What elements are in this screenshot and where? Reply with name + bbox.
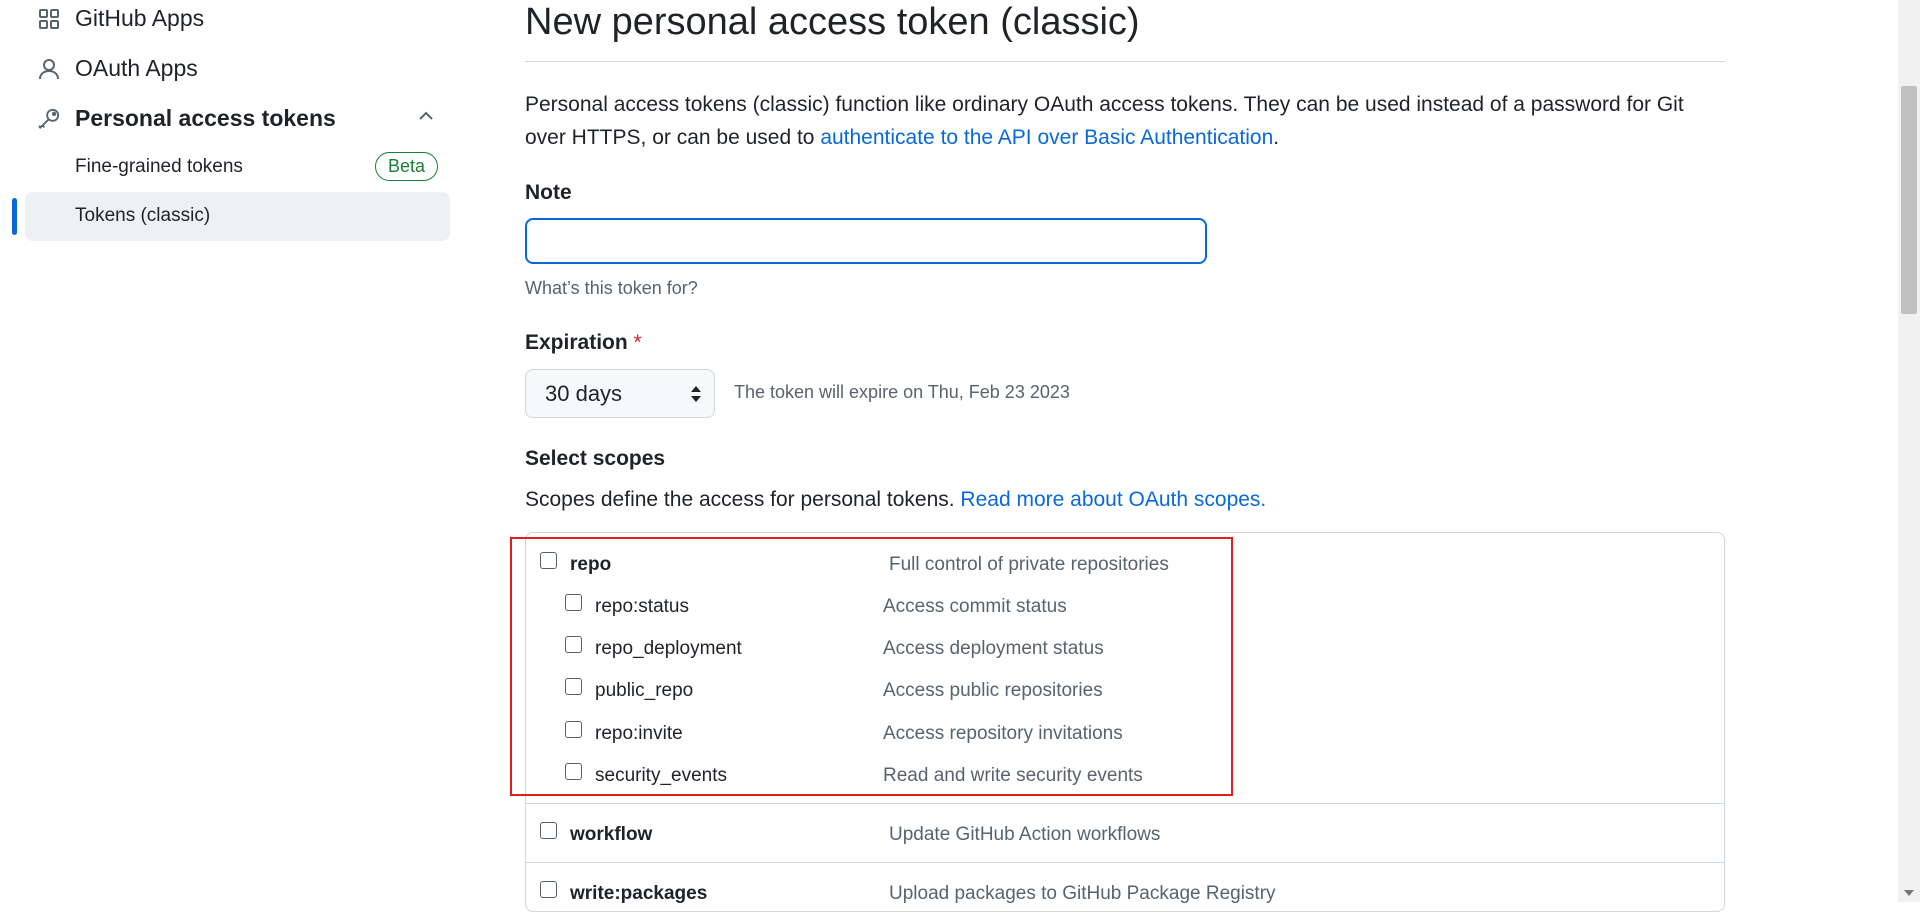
expiration-label: Expiration *: [525, 331, 642, 355]
sidebar-item-tokens-classic[interactable]: Tokens (classic): [25, 192, 450, 241]
sidebar-item-label: Tokens (classic): [75, 205, 211, 226]
sidebar-item-personal-access-tokens[interactable]: Personal access tokens: [37, 105, 336, 132]
required-mark: *: [633, 331, 642, 354]
scope-name: workflow: [570, 824, 653, 845]
select-scopes-heading: Select scopes: [525, 447, 666, 470]
page-scrollbar[interactable]: [1898, 0, 1920, 902]
note-label: Note: [525, 181, 572, 204]
expiration-selected-value: 30 days: [545, 381, 623, 406]
intro-text-end: .: [1273, 126, 1280, 149]
expiration-label-text: Expiration: [525, 331, 628, 354]
key-icon: [37, 107, 61, 131]
page-title: New personal access token (classic): [525, 1, 1140, 43]
expiration-select[interactable]: 30 days: [525, 369, 715, 418]
scope-row-workflow: workflow Update GitHub Action workflows: [525, 817, 1725, 851]
person-icon: [37, 57, 61, 81]
expiration-date-text: The token will expire on Thu, Feb 23 202…: [734, 382, 1070, 402]
note-hint: What’s this token for?: [525, 278, 698, 298]
oauth-scopes-link[interactable]: Read more about OAuth scopes.: [960, 488, 1266, 511]
select-arrows-icon: [690, 383, 702, 405]
sidebar-item-oauth-apps[interactable]: OAuth Apps: [37, 55, 198, 82]
beta-badge: Beta: [374, 152, 438, 181]
repo-scopes-highlight-box: [510, 537, 1233, 796]
scope-checkbox-workflow[interactable]: [540, 822, 557, 839]
scopes-description: Scopes define the access for personal to…: [525, 488, 1266, 512]
scope-divider: [525, 862, 1725, 863]
note-input[interactable]: [525, 218, 1207, 264]
sidebar-item-fine-grained-tokens[interactable]: Fine-grained tokens Beta: [25, 143, 450, 192]
scopes-description-text: Scopes define the access for personal to…: [525, 488, 961, 511]
settings-sidebar: GitHub Apps OAuth Apps Personal access t…: [0, 0, 460, 902]
intro-text: Personal access tokens (classic) functio…: [525, 88, 1725, 154]
active-indicator: [12, 198, 17, 235]
title-divider: [525, 61, 1725, 62]
basic-auth-link[interactable]: authenticate to the API over Basic Authe…: [820, 126, 1273, 149]
sidebar-item-label: Fine-grained tokens: [75, 156, 243, 177]
apps-grid-icon: [37, 7, 61, 31]
sidebar-item-label: OAuth Apps: [75, 55, 198, 81]
sidebar-item-label: GitHub Apps: [75, 5, 205, 31]
scope-row-write-packages: write:packages Upload packages to GitHub…: [525, 876, 1725, 910]
scrollbar-thumb[interactable]: [1901, 86, 1917, 314]
scope-description: Update GitHub Action workflows: [889, 824, 1161, 845]
sidebar-item-label: Personal access tokens: [75, 105, 336, 131]
chevron-up-icon[interactable]: [414, 104, 438, 128]
sidebar-item-github-apps[interactable]: GitHub Apps: [37, 5, 204, 32]
scroll-down-icon[interactable]: [1904, 890, 1914, 896]
scope-divider: [525, 803, 1725, 804]
scope-checkbox-write-packages[interactable]: [540, 881, 557, 898]
